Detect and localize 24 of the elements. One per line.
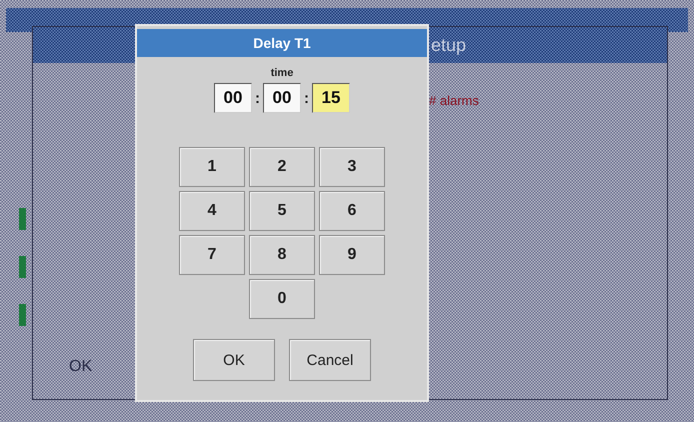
ok-button[interactable]: OK (63, 357, 98, 377)
dialog-button[interactable]: Cancel (289, 339, 371, 381)
keypad-key[interactable]: 1 (179, 147, 245, 187)
keypad-key[interactable]: 5 (249, 191, 315, 231)
time-separator: : (255, 90, 260, 106)
dialog-title: Delay T1 (137, 29, 427, 57)
time-field[interactable]: 15 (312, 83, 350, 113)
keypad-key[interactable]: 4 (179, 191, 245, 231)
keypad-key[interactable]: 6 (319, 191, 385, 231)
time-field[interactable]: 00 (263, 83, 301, 113)
keypad-key[interactable]: 0 (249, 279, 315, 319)
keypad-key[interactable]: 7 (179, 235, 245, 275)
keypad-key[interactable]: 2 (249, 147, 315, 187)
time-field[interactable]: 00 (214, 83, 252, 113)
dialog-button[interactable]: OK (193, 339, 275, 381)
status-bar (19, 256, 26, 278)
time-label: time (270, 67, 294, 79)
keypad-key[interactable]: 8 (249, 235, 315, 275)
header-title: etup (431, 34, 466, 56)
keypad-key[interactable]: 3 (319, 147, 385, 187)
keypad-key[interactable]: 9 (319, 235, 385, 275)
status-bar (19, 208, 26, 230)
status-bar (19, 304, 26, 326)
time-separator: : (304, 90, 309, 106)
